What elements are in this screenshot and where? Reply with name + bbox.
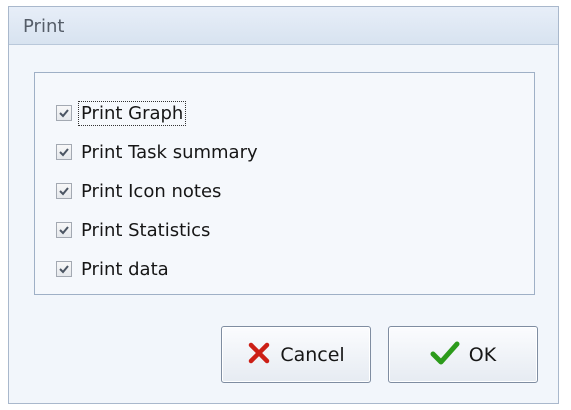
option-label: Print Statistics [81,219,211,241]
option-label: Print data [81,258,169,280]
option-label: Print Graph [78,100,187,126]
checkbox[interactable] [56,144,72,160]
ok-button[interactable]: OK [388,326,538,383]
print-dialog: Print Print Graph Print Task summary Pri… [8,6,559,404]
checkmark-icon [59,187,69,196]
option-print-data[interactable]: Print data [56,255,172,283]
print-options-panel: Print Graph Print Task summary Print Ico… [34,72,535,295]
option-label: Print Icon notes [81,180,222,202]
checkbox[interactable] [56,105,72,121]
checkmark-icon [59,109,69,118]
checkmark-icon [59,148,69,157]
dialog-titlebar[interactable]: Print [9,7,558,45]
checkbox[interactable] [56,261,72,277]
cancel-button[interactable]: Cancel [221,326,371,383]
option-print-task-summary[interactable]: Print Task summary [56,138,261,166]
checkbox[interactable] [56,183,72,199]
option-print-graph[interactable]: Print Graph [56,99,187,127]
option-print-icon-notes[interactable]: Print Icon notes [56,177,224,205]
checkmark-icon [59,265,69,274]
x-icon [247,341,271,369]
ok-button-label: OK [468,343,497,366]
checkmark-icon [59,226,69,235]
checkbox[interactable] [56,222,72,238]
cancel-button-label: Cancel [280,343,345,366]
dialog-title: Print [23,16,65,37]
check-icon [430,340,460,370]
option-label: Print Task summary [81,141,258,163]
option-print-statistics[interactable]: Print Statistics [56,216,213,244]
